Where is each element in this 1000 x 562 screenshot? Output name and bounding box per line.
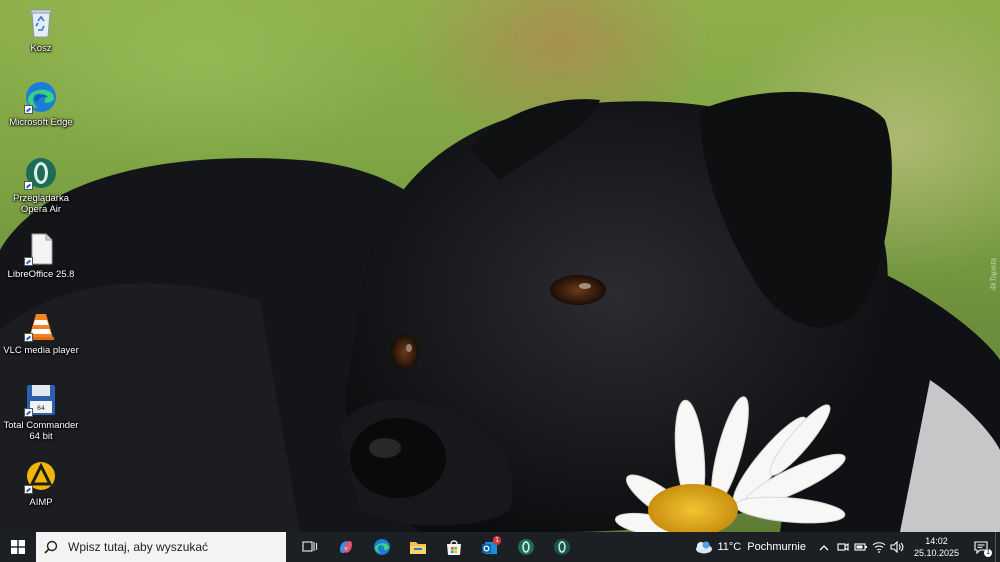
taskbar-edge[interactable]: [364, 532, 400, 562]
taskbar: Wpisz tutaj, aby wyszukać 1 11°C Pochmur…: [0, 532, 1000, 562]
taskbar-file-explorer[interactable]: [400, 532, 436, 562]
task-view-icon: [302, 541, 318, 552]
desktop-icon-aimp[interactable]: AIMP: [2, 460, 80, 508]
search-icon: [44, 540, 58, 554]
taskbar-outlook[interactable]: 1: [472, 532, 508, 562]
desktop-icon-microsoft-edge[interactable]: Microsoft Edge: [2, 80, 80, 128]
outlook-badge: 1: [493, 536, 501, 545]
taskbar-clock[interactable]: 14:02 25.10.2025: [906, 535, 967, 559]
taskbar-opera-air-1[interactable]: [508, 532, 544, 562]
tray-volume[interactable]: [888, 532, 906, 562]
weather-temperature: 11°C: [717, 541, 742, 553]
desktop-icon-label: VLC media player: [3, 345, 79, 356]
edge-icon: [24, 80, 58, 114]
desktop-icon-label: Microsoft Edge: [9, 117, 73, 128]
aimp-icon: [24, 460, 58, 494]
tray-network[interactable]: [870, 532, 888, 562]
desktop-icon-label: Kosz: [30, 43, 52, 54]
desktop-icon-libreoffice[interactable]: LibreOffice 25.8: [2, 232, 80, 280]
file-explorer-icon: [410, 542, 426, 554]
taskbar-search-box[interactable]: Wpisz tutaj, aby wyszukać: [36, 532, 286, 562]
taskbar-copilot[interactable]: [328, 532, 364, 562]
system-tray: 11°C Pochmurnie 14:02 25.10.2025 1: [693, 532, 1000, 562]
show-desktop-button[interactable]: [995, 532, 1000, 562]
total-commander-icon: 64: [24, 383, 58, 417]
desktop-wallpaper: 4kTapeta: [0, 0, 1000, 532]
svg-text:64: 64: [37, 405, 45, 412]
opera-air-icon: [518, 539, 534, 555]
clock-date: 25.10.2025: [913, 548, 959, 558]
show-hidden-icons-button[interactable]: [814, 532, 834, 562]
notification-count: 1: [984, 549, 992, 557]
desktop-icon-label: LibreOffice 25.8: [7, 269, 75, 280]
tray-meet-now[interactable]: [834, 532, 852, 562]
opera-air-icon: [554, 539, 570, 555]
desktop-icon-recycle-bin[interactable]: Kosz: [2, 6, 80, 54]
taskbar-microsoft-store[interactable]: [436, 532, 472, 562]
shortcut-arrow-icon: [24, 257, 33, 266]
search-placeholder: Wpisz tutaj, aby wyszukać: [68, 540, 209, 554]
weather-widget[interactable]: 11°C Pochmurnie: [693, 540, 813, 554]
recycle-bin-icon: [24, 6, 58, 40]
shortcut-arrow-icon: [24, 105, 33, 114]
desktop-icon-total-commander[interactable]: 64 Total Commander 64 bit: [2, 383, 80, 442]
shortcut-arrow-icon: [24, 181, 33, 190]
desktop-icon-vlc[interactable]: VLC media player: [2, 308, 80, 356]
desktop-icon-label: Przeglądarka Opera Air: [13, 193, 69, 215]
cloud-weather-icon: [696, 541, 713, 554]
notification-center-button[interactable]: 1: [967, 532, 995, 562]
shortcut-arrow-icon: [24, 485, 33, 494]
windows-logo-icon: [11, 540, 25, 554]
tray-battery[interactable]: [852, 532, 870, 562]
desktop-icon-label: AIMP: [29, 497, 53, 508]
shortcut-arrow-icon: [24, 408, 33, 417]
desktop-icon-label: Total Commander 64 bit: [3, 420, 79, 442]
desktop-icon-opera-air[interactable]: Przeglądarka Opera Air: [2, 156, 80, 215]
wifi-icon: [872, 542, 886, 553]
edge-icon: [374, 539, 390, 555]
speaker-icon: [890, 541, 904, 553]
start-button[interactable]: [0, 532, 36, 562]
dog-wallpaper-image: [0, 91, 1000, 532]
wallpaper-watermark: 4kTapeta: [989, 258, 998, 291]
vlc-icon: [24, 308, 58, 342]
copilot-icon: [340, 540, 352, 554]
battery-icon: [854, 543, 867, 551]
libreoffice-icon: [24, 232, 58, 266]
clock-time: 14:02: [925, 536, 948, 546]
weather-condition: Pochmurnie: [747, 541, 806, 553]
opera-air-icon: [24, 156, 58, 190]
chevron-up-icon: [819, 544, 829, 550]
shortcut-arrow-icon: [24, 333, 33, 342]
task-view-button[interactable]: [292, 532, 328, 562]
taskbar-opera-air-2[interactable]: [544, 532, 580, 562]
microsoft-store-icon: [447, 540, 461, 555]
camera-icon: [837, 542, 849, 552]
